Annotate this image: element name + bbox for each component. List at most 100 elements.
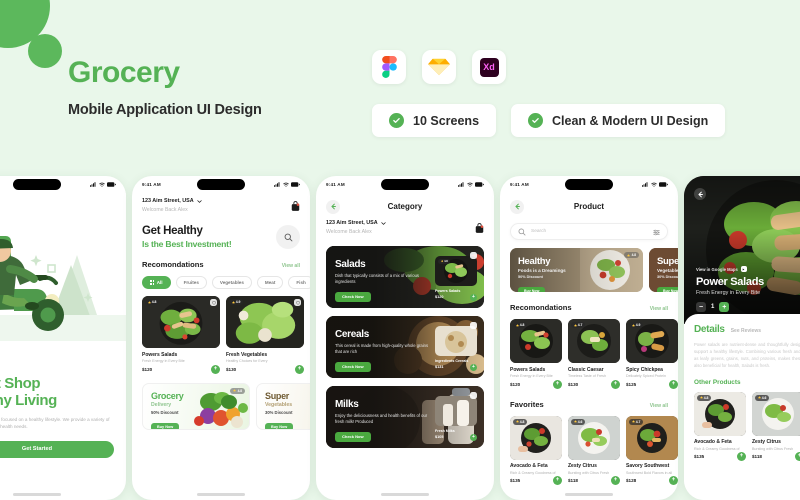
back-button[interactable]	[326, 199, 340, 214]
view-all-link[interactable]: View all	[650, 306, 668, 312]
back-button[interactable]	[510, 199, 524, 214]
product-card[interactable]: 4.6 Zesty Citrus Bursting with Citrus Fr…	[568, 415, 620, 485]
back-button[interactable]	[694, 188, 706, 200]
figma-icon[interactable]	[372, 50, 406, 84]
grid-icon	[150, 280, 155, 285]
add-to-cart-button[interactable]: +	[470, 363, 477, 371]
product-footer: $130 +	[568, 379, 620, 389]
add-to-cart-button[interactable]: +	[295, 364, 304, 374]
onboarding-description: A shopping solution focused on a healthy…	[0, 416, 110, 430]
home-indicator	[13, 493, 61, 496]
mini-product-footer: $105 +	[435, 433, 477, 441]
category-mini-product[interactable]: Ingredients Cereals $131 +	[435, 326, 477, 371]
category-card-cereals[interactable]: Cereals This cereal is made from high-qu…	[326, 316, 484, 378]
shopping-bag-icon[interactable]	[291, 198, 300, 216]
recommendations-header: Recomondations View all	[142, 260, 300, 269]
product-card[interactable]: 4.8 Powers Salads Fresh Energy in Every …	[142, 296, 220, 374]
favorite-icon[interactable]	[294, 299, 301, 306]
add-to-cart-button[interactable]: +	[470, 293, 477, 301]
battery-icon	[291, 182, 300, 187]
add-to-cart-button[interactable]: +	[737, 452, 746, 462]
delivery-address[interactable]: 123 Aim Street, USA	[142, 198, 202, 204]
category-card-salads[interactable]: Salads Dish that typically consists of a…	[326, 246, 484, 308]
search-icon	[518, 228, 526, 235]
add-to-cart-button[interactable]: +	[669, 379, 678, 389]
favorite-icon[interactable]	[470, 322, 477, 329]
chip-fish[interactable]: Fish	[288, 276, 310, 289]
status-indicators	[458, 182, 484, 187]
product-card[interactable]: 4.8 Powers Salads Fresh Energy in Every …	[510, 319, 562, 389]
add-to-cart-button[interactable]: +	[795, 452, 800, 462]
favorite-icon[interactable]	[470, 252, 477, 259]
add-to-cart-button[interactable]: +	[553, 476, 562, 485]
add-to-cart-button[interactable]: +	[211, 364, 220, 374]
header-text-block: Grocery Mobile Application UI Design	[68, 56, 262, 119]
add-to-cart-button[interactable]: +	[553, 379, 562, 389]
video-tag[interactable]: View in Google Maps	[696, 266, 800, 272]
category-card-milks[interactable]: Milks Enjoy the deliciousness and health…	[326, 386, 484, 448]
rating-badge: 4.8	[145, 299, 159, 305]
check-now-button[interactable]: Check Now	[335, 431, 371, 442]
address-row[interactable]: 123 Aim Street, USA Welcome Back Alex	[142, 198, 300, 216]
category-mini-product[interactable]: 4.8 Powers Salads $120 +	[435, 256, 477, 301]
add-to-cart-button[interactable]: +	[611, 476, 620, 485]
recommendations-header: Recomondations View all	[510, 303, 668, 312]
chip-meat[interactable]: Meat	[256, 276, 284, 289]
buy-now-button[interactable]: Buy Now	[657, 287, 678, 292]
page-title: Grocery	[68, 56, 180, 89]
product-card[interactable]: 4.9 Spicy Chickpea Delicately Spiced Pro…	[626, 319, 678, 389]
favorite-icon[interactable]	[470, 392, 477, 399]
sketch-icon[interactable]	[422, 50, 456, 84]
product-price: $130	[568, 381, 579, 387]
shopping-bag-icon[interactable]	[475, 220, 484, 238]
product-banner[interactable]: Healthy Foods is a Dreamings 50% Discoun…	[510, 248, 643, 292]
delivery-address[interactable]: 123 Aim Street, USA	[326, 220, 386, 226]
adobe-xd-icon[interactable]: Xd	[472, 50, 506, 84]
rating-badge: 4.7	[571, 322, 585, 328]
add-to-cart-button[interactable]: +	[611, 379, 620, 389]
view-all-link[interactable]: View all	[282, 263, 300, 269]
rating-badge: 4.8	[438, 259, 451, 264]
favorite-icon[interactable]	[210, 299, 217, 306]
category-mini-product[interactable]: Fresh Milks $105 +	[435, 396, 477, 441]
buy-now-button[interactable]: Buy Now	[151, 423, 180, 429]
product-card[interactable]: 4.6 Zesty Citrus Bursting with Citrus Fr…	[752, 391, 800, 462]
get-started-button[interactable]: Get Started	[0, 440, 114, 458]
add-to-cart-button[interactable]: +	[669, 476, 678, 485]
chip-vegetables[interactable]: Vegetables	[211, 276, 252, 289]
chip-all[interactable]: All	[142, 276, 171, 289]
check-now-button[interactable]: Check Now	[335, 291, 371, 302]
view-all-link[interactable]: View all	[650, 403, 668, 409]
feature-badge-row: 10 Screens Clean & Modern UI Design	[372, 104, 726, 137]
address-row[interactable]: 123 Aim Street, USA Welcome Back Alex	[326, 220, 484, 238]
badge-screens: 10 Screens	[372, 104, 497, 137]
filter-icon[interactable]	[653, 223, 660, 241]
product-banner[interactable]: Super Vegetables 30% Discount Buy Now	[649, 248, 678, 292]
promo-banner[interactable]: Grocery Delivery 50% Discount Buy Now 4.…	[142, 382, 250, 430]
promo-banner[interactable]: Super Vegetables 30% Discount Buy Now	[256, 382, 310, 430]
recommendation-cards: 4.8 Powers Salads Fresh Energy in Every …	[142, 296, 304, 374]
check-now-button[interactable]: Check Now	[335, 361, 371, 372]
product-image: 4.9	[226, 296, 304, 348]
search-input[interactable]: Search	[510, 223, 668, 240]
incre.ase-quantity-button[interactable]: +	[719, 302, 730, 312]
product-card[interactable]: 4.7 Savory Southwest Southwest Bold Flav…	[626, 415, 678, 485]
product-image: 4.9	[626, 319, 678, 363]
product-card[interactable]: 4.8 Avocado & Feta Rich & Creamy Goodnes…	[510, 415, 562, 485]
category-body: Category 123 Aim Street, USA Welcome Bac…	[316, 198, 494, 448]
product-card[interactable]: 4.9 Fresh Vegetables Healthy Choices for…	[226, 296, 304, 374]
search-button[interactable]	[276, 225, 300, 249]
quantity-stepper[interactable]: − 1 +	[696, 302, 800, 312]
buy-now-button[interactable]: Buy Now	[518, 287, 546, 292]
product-card[interactable]: 4.8 Avocado & Feta Rich & Creamy Goodnes…	[694, 391, 746, 462]
wifi-icon	[466, 182, 473, 187]
chip-fruites[interactable]: Fruites	[175, 276, 207, 289]
buy-now-button[interactable]: Buy Now	[265, 423, 294, 429]
search-placeholder: Search	[531, 229, 547, 234]
see-reviews-link[interactable]: See Reviews	[731, 328, 761, 334]
product-card[interactable]: 4.7 Classic Caesar Timeless Taste of Fre…	[568, 319, 620, 389]
play-icon[interactable]	[740, 266, 747, 272]
mini-product-name: Powers Salads	[435, 288, 461, 293]
add-to-cart-button[interactable]: +	[470, 433, 477, 441]
decrease-quantity-button[interactable]: −	[696, 302, 706, 312]
